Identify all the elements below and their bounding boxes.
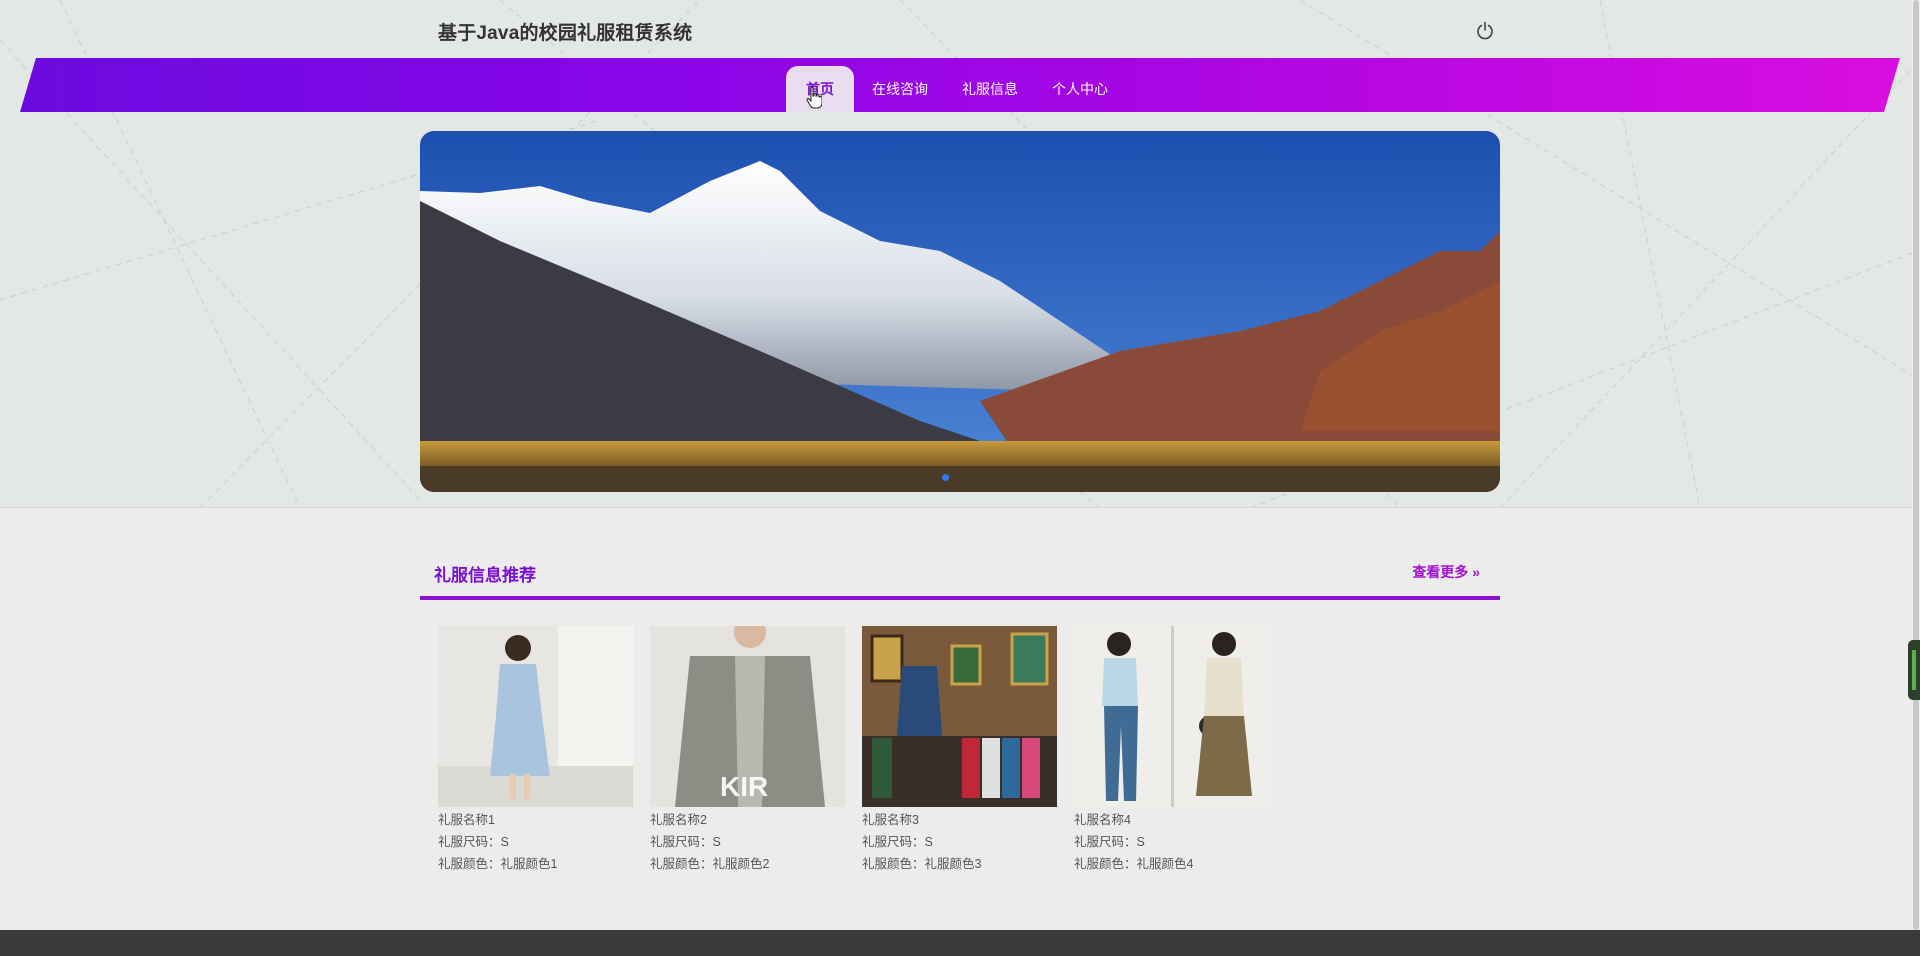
dress-card[interactable]: KIR 礼服名称2 礼服尺码：S 礼服颜色：礼服颜色2: [650, 626, 845, 875]
dress-name: 礼服名称1: [438, 813, 495, 827]
brand-logo: KIR: [720, 771, 768, 802]
snow-mountain-image: [420, 131, 1500, 492]
dress-name: 礼服名称2: [650, 813, 707, 827]
dress-name: 礼服名称3: [862, 813, 919, 827]
dress-size: 礼服尺码：S: [650, 835, 721, 849]
dress-color: 礼服颜色：礼服颜色3: [862, 857, 982, 871]
scrollbar[interactable]: [1912, 0, 1920, 930]
two-women-outfits-photo: [1074, 626, 1269, 807]
dress-image[interactable]: [1074, 626, 1269, 807]
double-chevron-right-icon: »: [1472, 564, 1480, 580]
view-more-label: 查看更多: [1412, 564, 1469, 580]
nav-menu: 首页 在线咨询 礼服信息 个人中心: [786, 66, 1126, 112]
dress-image[interactable]: [438, 626, 633, 807]
footer-bar: [0, 930, 1920, 956]
carousel-dot[interactable]: [942, 474, 949, 481]
clothing-store-photo: [862, 626, 1057, 807]
dress-color: 礼服颜色：礼服颜色2: [650, 857, 770, 871]
nav-item-personal-center[interactable]: 个人中心: [1036, 66, 1124, 112]
dress-list: 礼服名称1 礼服尺码：S 礼服颜色：礼服颜色1 KIR 礼服名称2 礼服尺码：S…: [438, 626, 1286, 875]
dress-card[interactable]: 礼服名称3 礼服尺码：S 礼服颜色：礼服颜色3: [862, 626, 1057, 875]
site-title: 基于Java的校园礼服租赁系统: [438, 23, 693, 44]
dress-card[interactable]: 礼服名称1 礼服尺码：S 礼服颜色：礼服颜色1: [438, 626, 633, 875]
dress-size: 礼服尺码：S: [438, 835, 509, 849]
light-blue-dress-photo: [438, 626, 633, 807]
nav-item-consult[interactable]: 在线咨询: [856, 66, 944, 112]
section-title: 礼服信息推荐: [434, 566, 536, 585]
section-header: 礼服信息推荐 查看更多 »: [420, 556, 1500, 600]
dress-image[interactable]: [862, 626, 1057, 807]
power-icon[interactable]: [1474, 20, 1496, 42]
dress-size: 礼服尺码：S: [862, 835, 933, 849]
dress-card[interactable]: 礼服名称4 礼服尺码：S 礼服颜色：礼服颜色4: [1074, 626, 1269, 875]
dress-color: 礼服颜色：礼服颜色1: [438, 857, 558, 871]
dress-size: 礼服尺码：S: [1074, 835, 1145, 849]
dress-name: 礼服名称4: [1074, 813, 1131, 827]
scrollbar-thumb[interactable]: [1913, 0, 1919, 930]
dress-color: 礼服颜色：礼服颜色4: [1074, 857, 1194, 871]
nav-item-dress-info[interactable]: 礼服信息: [946, 66, 1034, 112]
banner-carousel[interactable]: [420, 131, 1500, 492]
hand-cursor-icon: [806, 86, 822, 109]
view-more-link[interactable]: 查看更多 »: [1412, 562, 1480, 582]
dress-image[interactable]: KIR: [650, 626, 845, 807]
grey-jacket-photo: KIR: [650, 626, 845, 807]
side-widget-tab[interactable]: [1908, 640, 1920, 700]
